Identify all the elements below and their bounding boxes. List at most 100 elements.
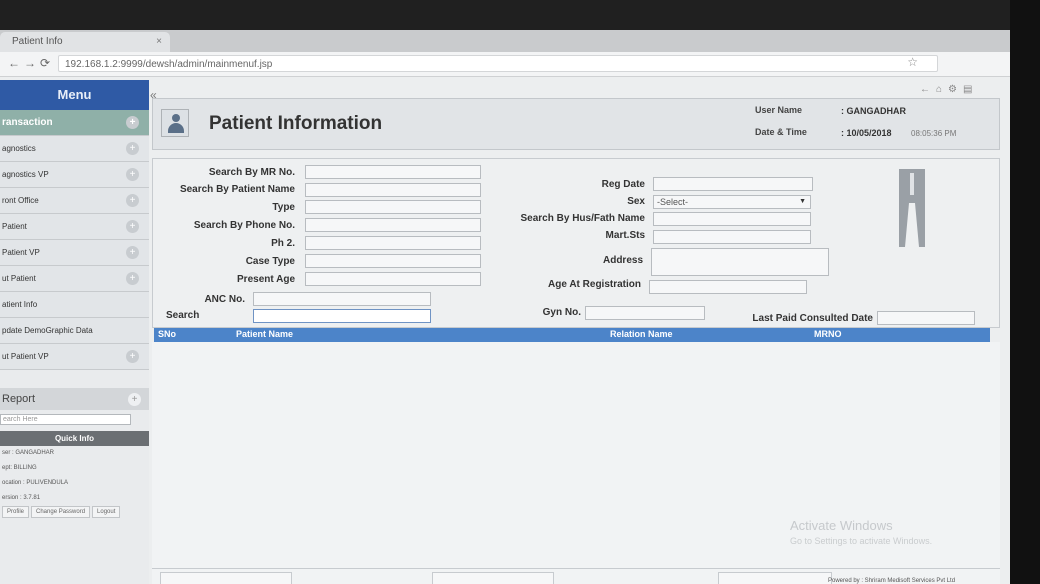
sidebar-item-label: ransaction (2, 117, 53, 128)
profile-button[interactable]: Profile (2, 506, 30, 518)
print-icon[interactable]: ▤ (963, 84, 978, 95)
toolbar-icons: ←⌂⚙▤ (920, 84, 978, 95)
chevron-down-icon: ▼ (799, 198, 806, 205)
browser-tab[interactable]: Patient Info × (0, 32, 170, 52)
forward-icon[interactable]: → (24, 56, 36, 70)
age-reg-input[interactable] (649, 280, 807, 294)
report-label: Report (2, 393, 36, 405)
age-reg-label: Age At Registration (548, 279, 641, 290)
monitor-bezel-right (1010, 0, 1040, 584)
search-phone-input[interactable] (305, 218, 481, 232)
gyn-input[interactable] (585, 306, 705, 320)
logout-button[interactable]: Logout (92, 506, 121, 518)
quick-info-buttons: Profile Change Password Logout (0, 506, 149, 518)
ph2-input[interactable] (305, 236, 481, 250)
change-password-button[interactable]: Change Password (31, 506, 91, 518)
sidebar-item[interactable]: ront Office + (0, 188, 149, 214)
mart-input[interactable] (653, 230, 811, 244)
sidebar-item[interactable]: agnostics VP + (0, 162, 149, 188)
address-label: Address (602, 255, 643, 266)
search-name-input[interactable] (305, 183, 481, 197)
type-input[interactable] (305, 200, 481, 214)
user-name-value: : GANGADHAR (841, 106, 906, 116)
column-patient-name: Patient Name (236, 329, 294, 339)
pager-right (718, 572, 832, 584)
search-label: Search (166, 310, 200, 321)
watermark-subtitle: Go to Settings to activate Windows. (790, 536, 933, 546)
search-mr-input[interactable] (305, 165, 481, 179)
sidebar-item[interactable]: ransaction + (0, 110, 149, 136)
gyn-label: Gyn No. (542, 307, 581, 318)
sex-select[interactable]: -Select- ▼ (653, 195, 811, 209)
sidebar-item[interactable]: Patient + (0, 214, 149, 240)
plus-icon[interactable]: + (126, 246, 139, 259)
star-icon[interactable]: ☆ (907, 55, 918, 69)
report-section[interactable]: Report + (0, 388, 149, 410)
sex-select-value: -Select- (657, 197, 689, 207)
plus-icon[interactable]: + (128, 393, 141, 406)
time-value: 08:05:36 PM (911, 129, 957, 138)
sidebar-item-label: ut Patient (2, 274, 36, 283)
page-title: Patient Information (209, 113, 383, 134)
home-icon[interactable]: ⌂ (936, 84, 948, 95)
quick-info-location: ocation : PULIVENDULA (2, 480, 69, 486)
sidebar-item[interactable]: ut Patient VP + (0, 344, 149, 370)
sidebar-item[interactable]: atient Info (0, 292, 149, 318)
present-age-label: Present Age (237, 274, 295, 285)
quick-info-dept: ept: BILLING (2, 465, 37, 471)
plus-icon[interactable]: + (126, 194, 139, 207)
anc-input[interactable] (253, 292, 431, 306)
grid-body: Activate Windows Go to Settings to activ… (152, 342, 1000, 584)
sex-label: Sex (627, 196, 645, 207)
sidebar-item-label: ut Patient VP (2, 352, 49, 361)
sidebar-item-label: atient Info (2, 300, 38, 309)
case-type-label: Case Type (245, 256, 295, 267)
hus-fath-label: Search By Hus/Fath Name (520, 213, 646, 224)
tab-title: Patient Info (12, 36, 63, 47)
search-name-label: Search By Patient Name (179, 184, 295, 195)
last-paid-input[interactable] (877, 311, 975, 325)
sidebar-item-label: agnostics VP (2, 170, 49, 179)
sidebar-item-label: agnostics (2, 144, 36, 153)
plus-icon[interactable]: + (126, 168, 139, 181)
sidebar-item[interactable]: ut Patient + (0, 266, 149, 292)
plus-icon[interactable]: + (126, 116, 139, 129)
quick-info-title: Quick Info (0, 431, 149, 446)
type-label: Type (272, 202, 295, 213)
reg-date-input[interactable] (653, 177, 813, 191)
present-age-input[interactable] (305, 272, 481, 286)
search-form: Search By MR No. Search By Patient Name … (152, 158, 1000, 328)
column-relation-name: Relation Name (610, 329, 673, 339)
sidebar-search-input[interactable]: earch Here (0, 414, 131, 425)
reg-date-label: Reg Date (601, 179, 645, 190)
plus-icon[interactable]: + (126, 142, 139, 155)
plus-icon[interactable]: + (126, 350, 139, 363)
column-mrno: MRNO (814, 329, 842, 339)
sidebar-item[interactable]: agnostics + (0, 136, 149, 162)
settings-icon[interactable]: ⚙ (948, 84, 963, 95)
grid-header: SNo Patient Name Relation Name MRNO (154, 328, 990, 342)
plus-icon[interactable]: + (126, 272, 139, 285)
case-type-input[interactable] (305, 254, 481, 268)
menu-header: Menu (0, 80, 149, 110)
pager-middle (432, 572, 554, 584)
close-icon[interactable]: × (156, 32, 162, 52)
url-input[interactable]: 192.168.1.2:9999/dewsh/admin/mainmenuf.j… (58, 55, 938, 72)
hus-fath-input[interactable] (653, 212, 811, 226)
sidebar-item[interactable]: pdate DemoGraphic Data (0, 318, 149, 344)
pager-left (160, 572, 292, 584)
reload-icon[interactable]: ⟳ (40, 56, 50, 70)
back-arrow-icon[interactable]: ← (920, 84, 936, 95)
last-paid-label: Last Paid Consulted Date (752, 313, 873, 324)
quick-info-user: ser : GANGADHAR (2, 450, 55, 456)
plus-icon[interactable]: + (126, 220, 139, 233)
sidebar-item-label: ront Office (2, 196, 39, 205)
sidebar-item[interactable]: Patient VP + (0, 240, 149, 266)
mart-label: Mart.Sts (605, 230, 645, 241)
address-textarea[interactable] (651, 248, 829, 276)
search-input[interactable] (253, 309, 431, 323)
back-icon[interactable]: ← (8, 56, 20, 70)
patient-icon (161, 109, 189, 137)
ph2-label: Ph 2. (271, 238, 295, 249)
search-mr-label: Search By MR No. (208, 167, 295, 178)
